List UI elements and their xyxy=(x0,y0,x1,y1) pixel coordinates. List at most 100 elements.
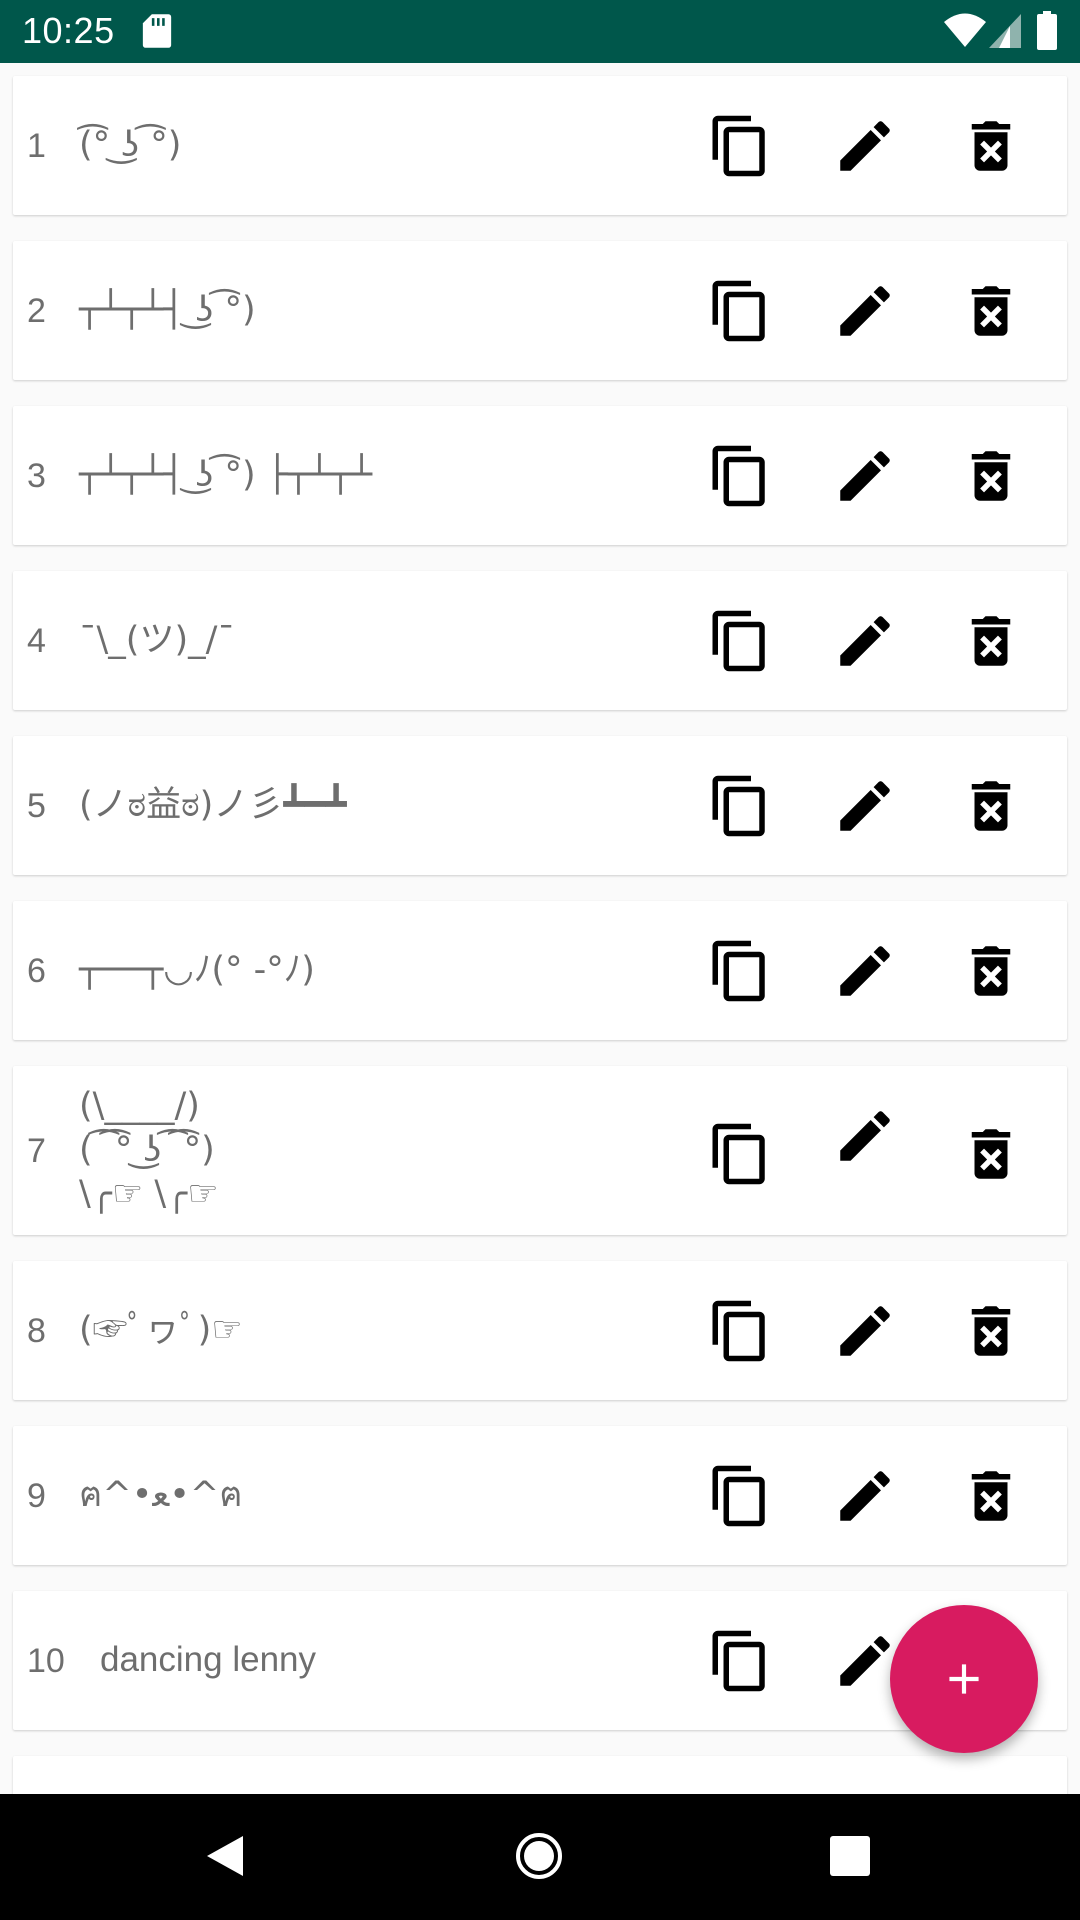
delete-button[interactable] xyxy=(951,106,1031,186)
list-item: 4 ¯\_(ツ)_/¯ xyxy=(13,571,1067,710)
kaomoji-list[interactable]: 1 (͡° ͜ʖ ͡°) 2 ┬┴┬┴┤ ͜ʖ ͡°) 3 ┬┴┬┴┤ ͜ʖ ͡… xyxy=(0,63,1080,1794)
edit-button[interactable] xyxy=(825,106,905,186)
battery-icon xyxy=(1037,11,1057,50)
list-item: 5 (ノಠ益ಠ)ノ彡┻━┻ xyxy=(13,736,1067,875)
copy-button[interactable] xyxy=(700,1114,780,1194)
copy-button[interactable] xyxy=(700,106,780,186)
delete-button[interactable] xyxy=(951,1114,1031,1194)
copy-button[interactable] xyxy=(700,601,780,681)
edit-button[interactable] xyxy=(825,1291,905,1371)
edit-icon xyxy=(840,1111,890,1161)
copy-button[interactable] xyxy=(700,1621,780,1701)
item-text: ┬──┬◡ﾉ(° -°ﾉ) xyxy=(79,950,315,990)
signal-icon xyxy=(989,14,1021,48)
item-number: 3 xyxy=(27,457,46,495)
delete-button[interactable] xyxy=(951,931,1031,1011)
edit-button[interactable] xyxy=(825,931,905,1011)
sd-card-icon xyxy=(142,14,172,48)
edit-button[interactable] xyxy=(825,766,905,846)
edit-icon xyxy=(840,1471,890,1521)
plus-icon xyxy=(949,1664,979,1694)
item-number: 7 xyxy=(27,1132,46,1170)
list-item xyxy=(13,1756,1067,1794)
list-item: 7 (\____/) ( ͡ ͡° ͜ʖ ͡ ͡°) \╭☞ \╭☞ xyxy=(13,1066,1067,1235)
copy-icon xyxy=(712,445,765,507)
item-text: dancing lenny xyxy=(100,1640,316,1679)
delete-icon xyxy=(971,1306,1011,1356)
item-text: (\____/) ( ͡ ͡° ͜ʖ ͡ ͡°) \╭☞ \╭☞ xyxy=(79,1086,219,1214)
edit-icon xyxy=(840,1636,890,1686)
edit-button[interactable] xyxy=(825,1096,905,1176)
delete-icon xyxy=(971,286,1011,336)
edit-button[interactable] xyxy=(825,436,905,516)
delete-button[interactable] xyxy=(951,601,1031,681)
copy-button[interactable] xyxy=(700,1456,780,1536)
item-text: (ノಠ益ಠ)ノ彡┻━┻ xyxy=(79,785,347,825)
item-number: 4 xyxy=(27,622,46,660)
copy-icon xyxy=(712,1630,765,1692)
item-number: 6 xyxy=(27,952,46,990)
item-text: (͡° ͜ʖ ͡°) xyxy=(79,125,182,165)
status-time: 10:25 xyxy=(22,10,115,51)
item-number: 5 xyxy=(27,787,46,825)
edit-icon xyxy=(840,946,890,996)
edit-button[interactable] xyxy=(825,1456,905,1536)
copy-icon xyxy=(712,1465,765,1527)
edit-icon xyxy=(840,781,890,831)
copy-icon xyxy=(712,280,765,342)
add-button[interactable] xyxy=(890,1605,1038,1753)
item-text: ┬┴┬┴┤ ͜ʖ ͡°) xyxy=(79,290,256,330)
delete-button[interactable] xyxy=(951,1291,1031,1371)
item-number: 10 xyxy=(27,1642,65,1680)
item-number: 2 xyxy=(27,292,46,330)
copy-icon xyxy=(712,1123,765,1185)
item-text: ¯\_(ツ)_/¯ xyxy=(79,620,235,660)
delete-icon xyxy=(971,781,1011,831)
item-number: 8 xyxy=(27,1312,46,1350)
home-icon[interactable] xyxy=(515,1832,563,1880)
edit-icon xyxy=(840,451,890,501)
edit-icon xyxy=(840,616,890,666)
item-text: ฅ^•ﻌ•^ฅ xyxy=(79,1475,243,1515)
delete-icon xyxy=(971,121,1011,171)
wifi-icon xyxy=(944,13,986,47)
edit-icon xyxy=(840,286,890,336)
item-text: ┬┴┬┴┤ ͜ʖ ͡°) ├┬┴┬┴ xyxy=(79,455,373,495)
delete-button[interactable] xyxy=(951,271,1031,351)
copy-button[interactable] xyxy=(700,766,780,846)
list-item: 3 ┬┴┬┴┤ ͜ʖ ͡°) ├┬┴┬┴ xyxy=(13,406,1067,545)
edit-button[interactable] xyxy=(825,601,905,681)
delete-button[interactable] xyxy=(951,436,1031,516)
list-item: 9 ฅ^•ﻌ•^ฅ xyxy=(13,1426,1067,1565)
copy-button[interactable] xyxy=(700,436,780,516)
copy-button[interactable] xyxy=(700,931,780,1011)
copy-icon xyxy=(712,115,765,177)
copy-icon xyxy=(712,1300,765,1362)
item-text: (☞ﾟヮﾟ)☞ xyxy=(79,1310,243,1350)
copy-icon xyxy=(712,610,765,672)
list-item: 1 (͡° ͜ʖ ͡°) xyxy=(13,76,1067,215)
item-number: 1 xyxy=(27,127,46,165)
edit-button[interactable] xyxy=(825,271,905,351)
recents-icon[interactable] xyxy=(830,1836,870,1876)
list-item: 2 ┬┴┬┴┤ ͜ʖ ͡°) xyxy=(13,241,1067,380)
back-icon[interactable] xyxy=(205,1834,245,1878)
edit-icon xyxy=(840,121,890,171)
status-bar: 10:25 xyxy=(0,0,1080,63)
copy-button[interactable] xyxy=(700,1291,780,1371)
copy-icon xyxy=(712,775,765,837)
delete-icon xyxy=(971,1129,1011,1179)
delete-button[interactable] xyxy=(951,766,1031,846)
delete-button[interactable] xyxy=(951,1456,1031,1536)
list-item: 6 ┬──┬◡ﾉ(° -°ﾉ) xyxy=(13,901,1067,1040)
delete-icon xyxy=(971,1471,1011,1521)
copy-icon xyxy=(712,940,765,1002)
delete-icon xyxy=(971,616,1011,666)
navigation-bar xyxy=(0,1794,1080,1920)
list-item: 8 (☞ﾟヮﾟ)☞ xyxy=(13,1261,1067,1400)
copy-button[interactable] xyxy=(700,271,780,351)
item-number: 9 xyxy=(27,1477,46,1515)
delete-icon xyxy=(971,946,1011,996)
delete-icon xyxy=(971,451,1011,501)
edit-icon xyxy=(840,1306,890,1356)
